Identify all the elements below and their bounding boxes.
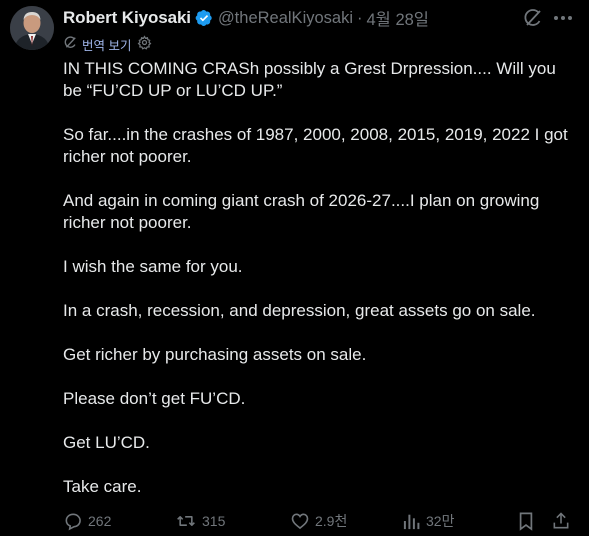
view-count: 32만 [426, 513, 455, 529]
tweet-paragraph: Please don’t get FU’CD. [63, 389, 246, 408]
verified-badge-icon[interactable] [195, 9, 213, 27]
views-button[interactable]: 32만 [403, 509, 454, 533]
share-button[interactable] [551, 509, 571, 533]
tweet-paragraph: Take care. [63, 477, 142, 496]
tweet-text: IN THIS COMING CRASh possibly a Grest Dr… [63, 58, 573, 520]
tweet: Robert Kiyosaki @theRealKiyosaki · 4월 28… [0, 0, 589, 536]
views-icon [403, 514, 420, 530]
repost-count: 315 [202, 513, 226, 529]
separator-dot: · [357, 8, 363, 27]
tweet-paragraph: I wish the same for you. [63, 257, 243, 276]
grok-icon[interactable] [522, 7, 544, 29]
like-button[interactable]: 2.9천 [290, 509, 347, 533]
heart-icon [291, 513, 309, 530]
tweet-header: Robert Kiyosaki @theRealKiyosaki · 4월 28… [63, 6, 429, 30]
author-display-name[interactable]: Robert Kiyosaki [63, 8, 191, 28]
tweet-paragraph: IN THIS COMING CRASh possibly a Grest Dr… [63, 59, 556, 100]
tweet-paragraph: And again in coming giant crash of 2026-… [63, 191, 540, 232]
tweet-paragraph: So far....in the crashes of 1987, 2000, … [63, 125, 568, 166]
tweet-paragraph: Get richer by purchasing assets on sale. [63, 345, 367, 364]
tweet-paragraph: In a crash, recession, and depression, g… [63, 301, 536, 320]
bookmark-button[interactable] [517, 509, 535, 533]
reply-button[interactable]: 262 [63, 509, 111, 533]
repost-button[interactable]: 315 [175, 509, 225, 533]
avatar-image [10, 6, 54, 50]
reply-count: 262 [88, 513, 112, 529]
repost-icon [177, 516, 195, 526]
share-icon [553, 512, 569, 529]
author-handle[interactable]: @theRealKiyosaki [218, 9, 353, 28]
translate-row: 번역 보기 [63, 34, 152, 54]
translate-link[interactable]: 번역 보기 [82, 35, 131, 54]
like-count: 2.9천 [315, 513, 348, 529]
reply-icon [65, 513, 81, 531]
bookmark-icon [519, 512, 533, 531]
tweet-actions-bar: 262 315 2.9천 32만 [63, 509, 583, 533]
tweet-date[interactable]: 4월 28일 [367, 6, 429, 30]
translate-icon[interactable] [63, 35, 78, 53]
translate-settings-icon[interactable] [137, 35, 152, 53]
tweet-paragraph: Get LU’CD. [63, 433, 150, 452]
more-options-icon[interactable] [551, 7, 575, 29]
avatar[interactable] [10, 6, 54, 50]
